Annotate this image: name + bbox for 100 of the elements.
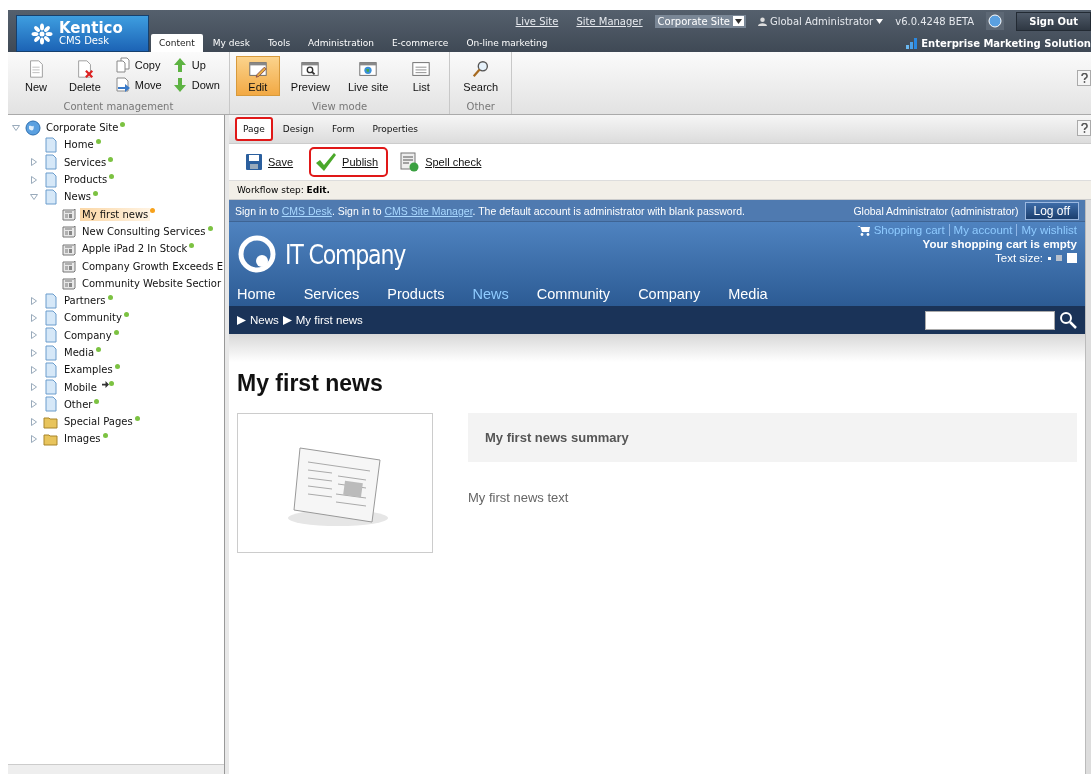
page-tab[interactable]: Design bbox=[274, 117, 322, 141]
text-size-label: Text size: bbox=[995, 252, 1043, 264]
tree-item[interactable]: Home bbox=[62, 138, 96, 152]
version-label: v6.0.4248 BETA bbox=[895, 15, 975, 27]
spell-check-icon bbox=[400, 152, 421, 172]
action-link[interactable]: Publish bbox=[309, 147, 389, 177]
user-menu[interactable]: Global Administrator bbox=[769, 15, 874, 27]
globe-icon[interactable] bbox=[986, 12, 1005, 30]
expand-toggle[interactable] bbox=[30, 348, 38, 357]
nav-link[interactable]: Community bbox=[536, 286, 611, 302]
breadcrumb-link[interactable]: My first news bbox=[295, 314, 363, 326]
expand-toggle[interactable] bbox=[30, 383, 38, 392]
expand-toggle[interactable] bbox=[30, 158, 38, 167]
tree-item[interactable]: Corporate Site bbox=[44, 121, 121, 135]
globe-icon bbox=[25, 119, 41, 136]
main-tab[interactable]: On-line marketing bbox=[458, 34, 556, 52]
ribbon-button[interactable]: Search bbox=[456, 56, 506, 96]
down-arrow-icon bbox=[171, 77, 188, 93]
text-size-option[interactable] bbox=[1048, 256, 1051, 260]
page-tab[interactable]: Form bbox=[323, 117, 363, 141]
ribbon-button[interactable]: New bbox=[14, 56, 58, 96]
group-title: Content management bbox=[62, 101, 175, 114]
tree-item[interactable]: Images bbox=[62, 432, 103, 446]
header-link[interactable]: Site Manager bbox=[576, 15, 643, 27]
expand-toggle[interactable] bbox=[30, 417, 38, 426]
nav-link[interactable]: News bbox=[472, 286, 509, 302]
sign-out-button[interactable]: Sign Out bbox=[1016, 11, 1091, 31]
tree-item[interactable]: New Consulting Services bbox=[80, 224, 208, 238]
tree-item[interactable]: Examples bbox=[62, 363, 115, 377]
ribbon-button[interactable]: Preview bbox=[283, 56, 337, 96]
expand-toggle[interactable] bbox=[30, 175, 38, 184]
main-tab[interactable]: E-commerce bbox=[383, 34, 457, 52]
ribbon-button[interactable]: Edit bbox=[235, 56, 280, 96]
page-icon bbox=[43, 292, 59, 309]
page-tab[interactable]: Page bbox=[235, 117, 273, 141]
tree-item[interactable]: Partners bbox=[62, 294, 108, 308]
search-icon[interactable] bbox=[1059, 311, 1077, 329]
nav-link[interactable]: Services bbox=[303, 286, 360, 302]
tree-item[interactable]: Community Website Sectior bbox=[80, 276, 224, 290]
up-arrow-icon bbox=[171, 57, 188, 73]
user-icon bbox=[757, 16, 767, 26]
nav-link[interactable]: Media bbox=[728, 286, 768, 302]
tree-item[interactable]: News bbox=[62, 190, 94, 204]
expand-toggle[interactable] bbox=[30, 331, 38, 340]
nav-link[interactable]: Home bbox=[237, 286, 276, 302]
folder-icon bbox=[43, 431, 59, 447]
help-icon[interactable] bbox=[1077, 70, 1091, 86]
newspaper-icon bbox=[61, 206, 77, 223]
main-tab[interactable]: Content bbox=[151, 34, 203, 52]
tree-item[interactable]: Company Growth Exceeds E bbox=[80, 259, 226, 273]
expand-toggle[interactable] bbox=[30, 313, 38, 322]
main-tab[interactable]: Tools bbox=[259, 34, 299, 52]
nav-link[interactable]: Products bbox=[387, 286, 445, 302]
search-field[interactable] bbox=[925, 310, 1055, 330]
tree-item[interactable]: Mobile bbox=[62, 380, 99, 394]
ring-logo-icon bbox=[237, 234, 277, 274]
page-icon bbox=[43, 171, 59, 188]
tree-item[interactable]: Media bbox=[62, 346, 97, 359]
expand-toggle[interactable] bbox=[12, 123, 20, 132]
main-tab[interactable]: Administration bbox=[300, 34, 382, 52]
log-off-button[interactable]: Log off bbox=[1024, 201, 1079, 220]
nav-link[interactable]: Company bbox=[638, 286, 701, 302]
document-arrow-icon bbox=[114, 77, 131, 93]
ribbon-button[interactable]: Down bbox=[168, 76, 223, 94]
tree-item[interactable]: Community bbox=[62, 311, 124, 325]
ribbon-button[interactable]: List bbox=[399, 56, 444, 96]
expand-toggle[interactable] bbox=[30, 192, 38, 201]
page-tab[interactable]: Properties bbox=[364, 117, 427, 141]
news-text: My first news text bbox=[468, 490, 570, 505]
tree-item[interactable]: Other bbox=[62, 397, 95, 411]
user-name: Global Administrator (administrator) bbox=[853, 204, 1019, 217]
breadcrumb-link[interactable]: News bbox=[250, 314, 279, 326]
triangle-icon bbox=[237, 315, 246, 325]
site-dropdown[interactable]: Corporate Site bbox=[654, 14, 746, 28]
ribbon-button[interactable]: Move bbox=[111, 76, 165, 94]
tree-item[interactable]: Company bbox=[62, 328, 114, 342]
ribbon-button[interactable]: Up bbox=[168, 56, 223, 74]
tree-item[interactable]: Special Pages bbox=[62, 415, 135, 429]
header-link[interactable]: Live Site bbox=[515, 15, 559, 27]
link-separator bbox=[948, 224, 950, 236]
expand-toggle[interactable] bbox=[30, 296, 38, 305]
logo-product: CMS Desk bbox=[59, 36, 110, 46]
main-tab[interactable]: My desk bbox=[204, 34, 258, 52]
tree-item[interactable]: Apple iPad 2 In Stock bbox=[80, 242, 190, 256]
ribbon-button[interactable]: Copy bbox=[111, 56, 165, 74]
tree-item[interactable]: Services bbox=[62, 155, 109, 169]
page-icon bbox=[43, 188, 59, 205]
action-link[interactable]: Spell check bbox=[394, 147, 492, 177]
action-link[interactable]: Save bbox=[239, 148, 304, 176]
expand-toggle[interactable] bbox=[30, 400, 38, 409]
expand-toggle[interactable] bbox=[30, 365, 38, 374]
ribbon-button[interactable]: Live site bbox=[340, 56, 396, 96]
ribbon-button[interactable]: Delete bbox=[62, 56, 108, 96]
newspaper-icon bbox=[61, 275, 77, 292]
tree-item[interactable]: My first news bbox=[80, 207, 151, 221]
checkmark-icon bbox=[315, 152, 338, 172]
tree-item[interactable]: Products bbox=[62, 173, 110, 187]
page-icon bbox=[43, 344, 59, 361]
expand-toggle[interactable] bbox=[30, 435, 38, 443]
help-icon[interactable] bbox=[1077, 120, 1091, 136]
